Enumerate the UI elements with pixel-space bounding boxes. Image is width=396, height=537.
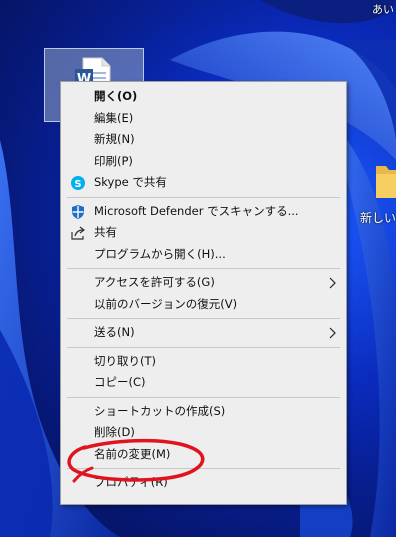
- menu-item-label: ショートカットの作成(S): [94, 403, 226, 418]
- skype-icon: S: [71, 176, 85, 190]
- menu-item-create-shortcut[interactable]: ショートカットの作成(S): [61, 401, 346, 423]
- menu-item-label: プロパティ(R): [94, 475, 168, 489]
- context-menu: 開く(O) 編集(E) 新規(N) 印刷(P) S Skype で共有 Micr…: [60, 81, 347, 505]
- menu-item-defender-scan[interactable]: Microsoft Defender でスキャンする...: [61, 201, 346, 223]
- menu-item-label: 新規(N): [94, 132, 135, 146]
- share-icon: [71, 226, 85, 240]
- menu-item-label: プログラムから開く(H)...: [94, 246, 226, 261]
- menu-item-new[interactable]: 新規(N): [61, 129, 346, 151]
- corner-text: あい: [372, 3, 394, 16]
- menu-item-label: Microsoft Defender でスキャンする...: [94, 203, 299, 218]
- chevron-right-icon: [329, 277, 336, 289]
- menu-item-edit[interactable]: 編集(E): [61, 108, 346, 130]
- menu-item-open-with[interactable]: プログラムから開く(H)...: [61, 244, 346, 266]
- folder-icon[interactable]: [374, 156, 396, 204]
- desktop: あい W 新しいフ 開く(O) 編集(E) 新規(N) 印刷(P): [0, 0, 396, 537]
- menu-item-label: 削除(D): [94, 425, 135, 439]
- menu-separator: [67, 346, 340, 348]
- menu-item-cut[interactable]: 切り取り(T): [61, 351, 346, 373]
- menu-item-open[interactable]: 開く(O): [61, 86, 346, 108]
- menu-item-send-to[interactable]: 送る(N): [61, 322, 346, 344]
- menu-item-label: アクセスを許可する(G): [94, 275, 215, 289]
- menu-item-label: コピー(C): [94, 375, 146, 389]
- menu-separator: [67, 396, 340, 398]
- defender-shield-icon: [72, 204, 84, 219]
- folder-label: 新しいフ: [360, 211, 396, 225]
- menu-item-label: 共有: [94, 225, 117, 239]
- menu-separator: [67, 318, 340, 319]
- menu-item-print[interactable]: 印刷(P): [61, 151, 346, 173]
- menu-item-label: Skype で共有: [94, 175, 167, 189]
- menu-item-share[interactable]: 共有: [61, 222, 346, 244]
- menu-separator: [67, 468, 340, 469]
- menu-item-skype-share[interactable]: S Skype で共有: [61, 172, 346, 194]
- menu-item-rename[interactable]: 名前の変更(M): [61, 444, 346, 466]
- menu-item-label: 切り取り(T): [94, 353, 156, 368]
- menu-item-copy[interactable]: コピー(C): [61, 372, 346, 394]
- menu-item-label: 編集(E): [94, 110, 134, 125]
- menu-item-label: 以前のバージョンの復元(V): [94, 296, 238, 311]
- menu-separator: [67, 268, 340, 269]
- menu-item-label: 名前の変更(M): [94, 446, 171, 461]
- menu-item-restore-versions[interactable]: 以前のバージョンの復元(V): [61, 294, 346, 316]
- menu-item-label: 送る(N): [94, 325, 135, 339]
- menu-item-label: 開く(O): [94, 89, 138, 103]
- menu-item-label: 印刷(P): [94, 153, 133, 168]
- menu-item-give-access[interactable]: アクセスを許可する(G): [61, 272, 346, 294]
- menu-item-delete[interactable]: 削除(D): [61, 422, 346, 444]
- menu-item-properties[interactable]: プロパティ(R): [61, 472, 346, 494]
- chevron-right-icon: [329, 327, 336, 339]
- svg-text:S: S: [74, 179, 81, 190]
- menu-separator: [67, 196, 340, 198]
